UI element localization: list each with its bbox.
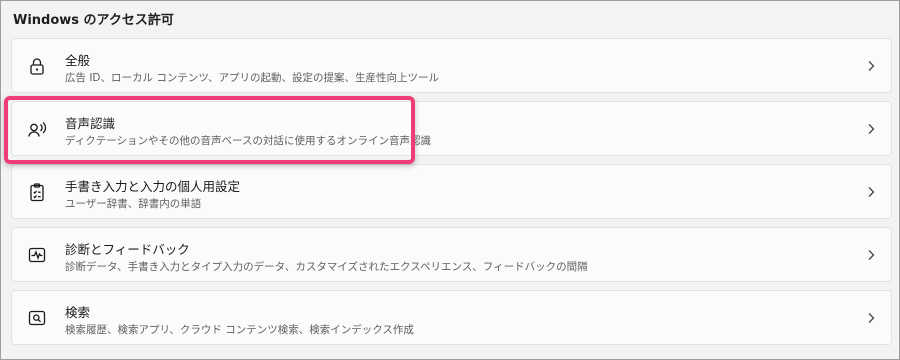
chevron-right-icon	[865, 311, 877, 325]
item-description: ユーザー辞書、辞書内の単語	[65, 198, 202, 210]
chevron-right-icon	[865, 59, 877, 73]
chevron-right-icon	[865, 248, 877, 262]
settings-item-general[interactable]: 全般 広告 ID、ローカル コンテンツ、アプリの起動、設定の提案、生産性向上ツー…	[11, 38, 892, 93]
item-title: 診断とフィードバック	[65, 242, 190, 257]
item-description: 検索履歴、検索アプリ、クラウド コンテンツ検索、検索インデックス作成	[65, 324, 414, 336]
chevron-right-icon	[865, 185, 877, 199]
settings-item-search[interactable]: 検索 検索履歴、検索アプリ、クラウド コンテンツ検索、検索インデックス作成	[11, 290, 892, 345]
item-title: 音声認識	[65, 116, 116, 131]
item-description: 診断データ、手書き入力とタイプ入力のデータ、カスタマイズされたエクスペリエンス、…	[65, 261, 588, 273]
diagnostics-pulse-icon	[26, 244, 48, 266]
lock-icon	[26, 55, 48, 77]
permissions-list: 全般 広告 ID、ローカル コンテンツ、アプリの起動、設定の提案、生産性向上ツー…	[11, 38, 892, 353]
item-description: 広告 ID、ローカル コンテンツ、アプリの起動、設定の提案、生産性向上ツール	[65, 72, 440, 84]
search-icon	[26, 307, 48, 329]
settings-item-speech[interactable]: 音声認識 ディクテーションやその他の音声ベースの対話に使用するオンライン音声認識	[11, 101, 892, 156]
settings-window: Windows のアクセス許可 全般 広告 ID、ローカル コンテンツ、アプリの…	[0, 0, 900, 360]
settings-item-diagnostics[interactable]: 診断とフィードバック 診断データ、手書き入力とタイプ入力のデータ、カスタマイズさ…	[11, 227, 892, 282]
item-title: 手書き入力と入力の個人用設定	[65, 179, 241, 194]
item-description: ディクテーションやその他の音声ベースの対話に使用するオンライン音声認識	[65, 135, 432, 147]
settings-item-inking-typing[interactable]: 手書き入力と入力の個人用設定 ユーザー辞書、辞書内の単語	[11, 164, 892, 219]
item-title: 検索	[65, 305, 91, 320]
chevron-right-icon	[865, 122, 877, 136]
item-title: 全般	[65, 53, 91, 68]
section-title: Windows のアクセス許可	[13, 13, 174, 28]
clipboard-checklist-icon	[26, 181, 48, 203]
speech-person-icon	[26, 118, 48, 140]
